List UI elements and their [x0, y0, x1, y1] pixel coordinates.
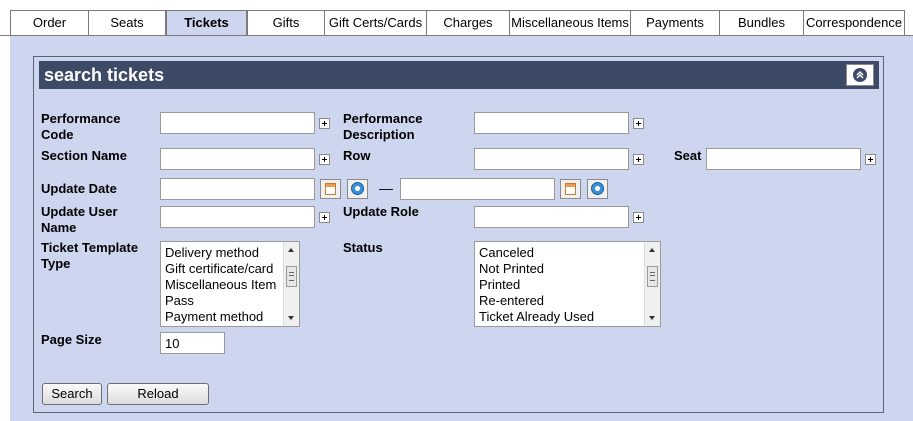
performance-code-input[interactable]: [160, 112, 315, 134]
date-range-separator: —: [379, 180, 393, 196]
tab-seats[interactable]: Seats: [88, 10, 166, 35]
update-date-label: Update Date: [41, 181, 117, 196]
update-date-to-calendar-button[interactable]: [560, 179, 581, 199]
update-date-from-input[interactable]: [160, 178, 315, 200]
clock-icon: [351, 182, 364, 195]
search-button[interactable]: Search: [42, 383, 102, 405]
calendar-icon: [325, 183, 336, 195]
tab-bundles[interactable]: Bundles: [719, 10, 804, 35]
tab-miscellaneous-items[interactable]: Miscellaneous Items: [509, 10, 631, 35]
update-user-name-add-icon[interactable]: [319, 212, 330, 223]
scroll-up-icon[interactable]: [649, 248, 655, 252]
seat-add-icon[interactable]: [865, 154, 876, 165]
performance-code-label: Performance Code: [41, 111, 121, 142]
tab-order[interactable]: Order: [10, 10, 89, 35]
tab-charges[interactable]: Charges: [426, 10, 510, 35]
list-item[interactable]: Delivery method: [161, 245, 276, 261]
scroll-thumb[interactable]: [286, 266, 297, 287]
performance-code-add-icon[interactable]: [319, 118, 330, 129]
scroll-down-icon[interactable]: [288, 316, 294, 320]
collapse-up-icon: [853, 68, 867, 82]
list-item[interactable]: Not Printed: [475, 261, 594, 277]
list-item[interactable]: Payment method: [161, 309, 276, 325]
section-name-add-icon[interactable]: [319, 154, 330, 165]
list-item[interactable]: Ticket Already Used: [475, 309, 594, 325]
tab-correspondence[interactable]: Correspondence: [803, 10, 905, 35]
tab-gifts[interactable]: Gifts: [247, 10, 325, 35]
page-size-input[interactable]: [160, 332, 225, 354]
tab-bar: Order Seats Tickets Gifts Gift Certs/Car…: [0, 10, 913, 37]
performance-description-add-icon[interactable]: [633, 118, 644, 129]
list-item[interactable]: Pass: [161, 293, 276, 309]
scroll-up-icon[interactable]: [288, 248, 294, 252]
tab-gift-certs-cards[interactable]: Gift Certs/Cards: [324, 10, 427, 35]
list-item[interactable]: Re-entered: [475, 293, 594, 309]
list-item[interactable]: Printed: [475, 277, 594, 293]
performance-description-input[interactable]: [474, 112, 629, 134]
update-user-name-input[interactable]: [160, 206, 315, 228]
update-date-from-clock-button[interactable]: [347, 179, 368, 199]
ticket-template-type-listbox[interactable]: Delivery method Gift certificate/card Mi…: [160, 241, 300, 327]
seat-label: Seat: [674, 148, 702, 163]
seat-input[interactable]: [706, 148, 861, 170]
scroll-thumb[interactable]: [647, 266, 658, 287]
section-name-label: Section Name: [41, 148, 127, 163]
reload-button[interactable]: Reload: [107, 383, 209, 405]
status-listbox[interactable]: Canceled Not Printed Printed Re-entered …: [474, 241, 661, 327]
row-input[interactable]: [474, 148, 629, 170]
update-date-from-calendar-button[interactable]: [320, 179, 341, 199]
ticket-template-type-scrollbar[interactable]: [283, 242, 299, 326]
status-scrollbar[interactable]: [644, 242, 660, 326]
calendar-icon: [565, 183, 576, 195]
tab-payments[interactable]: Payments: [630, 10, 720, 35]
clock-icon: [591, 182, 604, 195]
page-size-label: Page Size: [41, 332, 102, 347]
section-name-input[interactable]: [160, 148, 315, 170]
status-label: Status: [343, 240, 383, 255]
search-tickets-panel: [33, 56, 884, 413]
ticket-template-type-label: Ticket Template Type: [41, 240, 139, 271]
update-user-name-label: Update User Name: [41, 204, 118, 235]
scroll-down-icon[interactable]: [649, 316, 655, 320]
row-label: Row: [343, 148, 371, 163]
performance-description-label: Performance Description: [343, 111, 423, 142]
row-add-icon[interactable]: [633, 154, 644, 165]
list-item[interactable]: Miscellaneous Item: [161, 277, 276, 293]
update-role-input[interactable]: [474, 206, 629, 228]
update-role-add-icon[interactable]: [633, 212, 644, 223]
update-role-label: Update Role: [343, 204, 419, 219]
update-date-to-input[interactable]: [400, 178, 555, 200]
collapse-button[interactable]: [846, 64, 874, 86]
panel-title: search tickets: [39, 61, 879, 89]
tab-tickets[interactable]: Tickets: [166, 10, 247, 37]
list-item[interactable]: Canceled: [475, 245, 594, 261]
list-item[interactable]: Gift certificate/card: [161, 261, 276, 277]
update-date-to-clock-button[interactable]: [587, 179, 608, 199]
